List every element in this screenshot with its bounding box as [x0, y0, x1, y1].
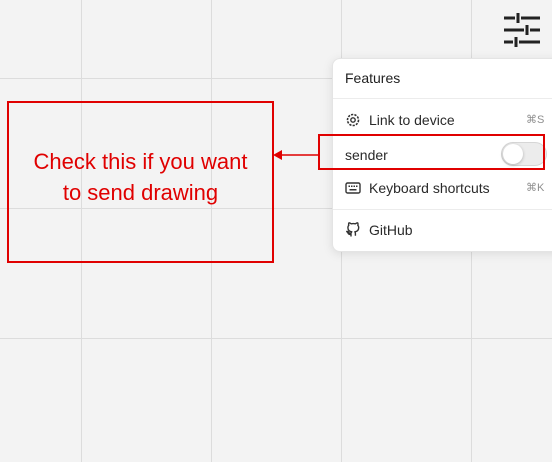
annotation-arrow	[273, 150, 320, 160]
grid-line	[0, 338, 552, 339]
menu-item-label: Link to device	[369, 112, 455, 128]
menu-item-github[interactable]: GitHub	[333, 215, 552, 245]
menu-divider	[333, 209, 552, 210]
menu-item-link-to-device[interactable]: Link to device ⌘S	[333, 105, 552, 135]
menu-item-label: Keyboard shortcuts	[369, 180, 490, 196]
shortcut-hint: ⌘S	[526, 114, 545, 126]
menu-item-label: GitHub	[369, 222, 413, 238]
gear-icon	[345, 112, 361, 128]
shortcut-hint: ⌘K	[526, 182, 545, 194]
annotation-highlight-box	[318, 134, 545, 170]
menu-title: Features	[345, 70, 401, 86]
github-icon	[345, 222, 361, 238]
annotation-callout: Check this if you want to send drawing	[7, 101, 274, 263]
annotation-text: Check this if you want to send drawing	[9, 146, 272, 208]
sliders-icon	[504, 13, 540, 47]
settings-button[interactable]	[502, 11, 542, 49]
menu-item-keyboard-shortcuts[interactable]: Keyboard shortcuts ⌘K	[333, 173, 552, 203]
menu-divider	[333, 98, 552, 99]
keyboard-icon	[345, 180, 361, 196]
annotation-line-2: to send drawing	[62, 180, 219, 205]
annotation-line-1: Check this if you want	[33, 149, 248, 174]
